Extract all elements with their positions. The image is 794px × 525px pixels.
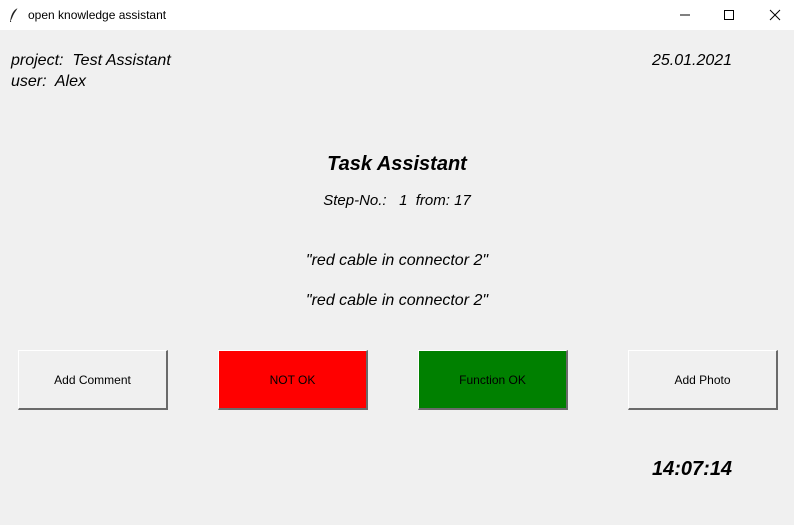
- function-ok-button[interactable]: Function OK: [418, 350, 568, 410]
- maximize-button[interactable]: [706, 0, 752, 30]
- close-button[interactable]: [752, 0, 794, 30]
- step-counter: Step-No.: 1 from: 17: [323, 192, 471, 209]
- feather-icon: [8, 7, 20, 23]
- user-label: user: Alex: [11, 73, 86, 90]
- page-title: Task Assistant: [327, 153, 467, 175]
- minimize-button[interactable]: [662, 0, 708, 30]
- app-window: open knowledge assistant project: Test A…: [0, 0, 794, 525]
- clock-display: 14:07:14: [652, 458, 733, 480]
- add-comment-button[interactable]: Add Comment: [18, 350, 168, 410]
- maximize-icon: [724, 10, 734, 20]
- project-label: project: Test Assistant: [11, 52, 171, 69]
- date-label: 25.01.2021: [652, 52, 733, 69]
- title-bar[interactable]: open knowledge assistant: [0, 0, 794, 30]
- window-title: open knowledge assistant: [28, 8, 167, 22]
- step-description-secondary: "red cable in connector 2": [305, 292, 489, 309]
- minimize-icon: [680, 14, 690, 16]
- step-description: "red cable in connector 2": [305, 252, 489, 269]
- close-icon: [769, 9, 781, 21]
- add-photo-button[interactable]: Add Photo: [628, 350, 778, 410]
- not-ok-button[interactable]: NOT OK: [218, 350, 368, 410]
